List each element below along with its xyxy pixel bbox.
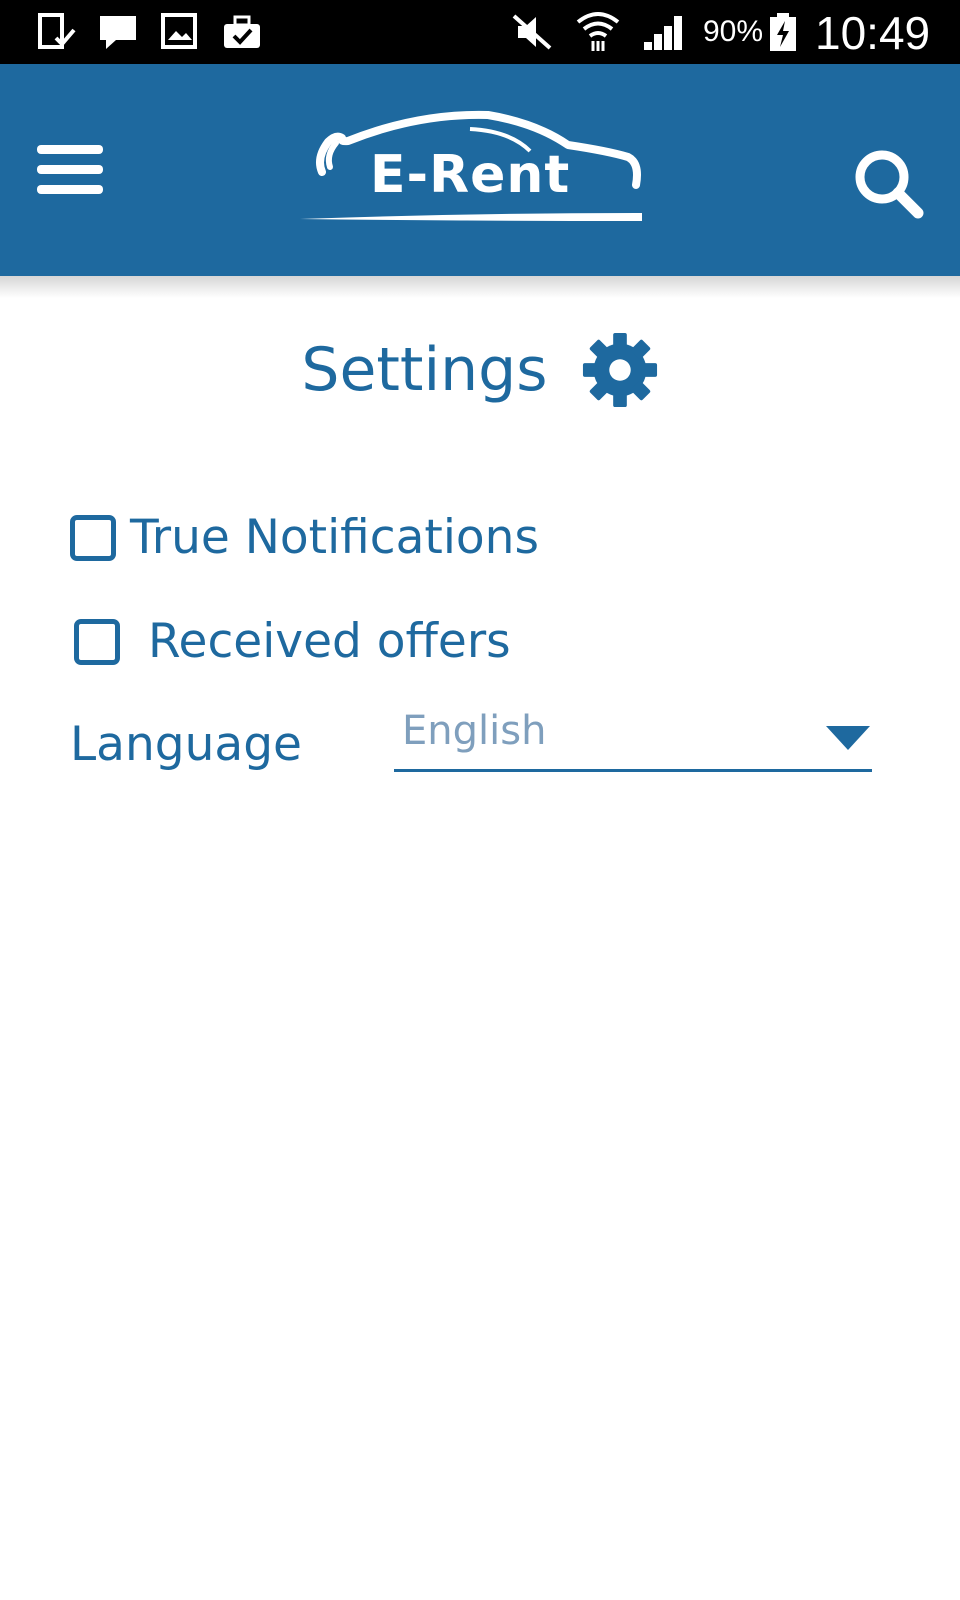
language-dropdown[interactable]: English xyxy=(394,700,872,772)
gear-icon xyxy=(582,332,657,408)
language-selected-value: English xyxy=(402,708,547,754)
clock: 10:49 xyxy=(815,7,931,59)
status-bar: 90% 10:49 xyxy=(0,0,960,64)
language-label: Language xyxy=(70,717,302,772)
true-notifications-checkbox[interactable] xyxy=(70,515,116,561)
hamburger-menu-icon xyxy=(37,145,103,194)
menu-button[interactable] xyxy=(30,135,110,205)
received-offers-checkbox[interactable] xyxy=(74,619,120,665)
gallery-icon xyxy=(161,13,197,49)
received-offers-option[interactable]: Received offers xyxy=(74,612,511,672)
search-icon xyxy=(855,150,924,219)
mute-icon xyxy=(512,14,552,50)
logo-text: E-Rent xyxy=(370,145,571,205)
received-offers-label: Received offers xyxy=(148,614,511,669)
search-button[interactable] xyxy=(850,145,930,225)
true-notifications-option[interactable]: True Notifications xyxy=(70,508,539,568)
page-header: Settings xyxy=(0,325,960,415)
true-notifications-label: True Notifications xyxy=(130,510,539,565)
app-bar-shadow xyxy=(0,276,960,298)
page-title: Settings xyxy=(301,335,548,405)
app-logo: E-Rent xyxy=(300,105,660,235)
signal-icon xyxy=(644,16,682,50)
briefcase-check-icon xyxy=(224,15,260,48)
wifi-icon xyxy=(576,12,620,51)
download-done-icon xyxy=(38,13,76,49)
battery-percentage: 90% xyxy=(703,15,764,48)
chevron-down-icon xyxy=(826,726,870,750)
battery-charging-icon xyxy=(770,13,796,51)
chat-icon xyxy=(100,16,136,49)
